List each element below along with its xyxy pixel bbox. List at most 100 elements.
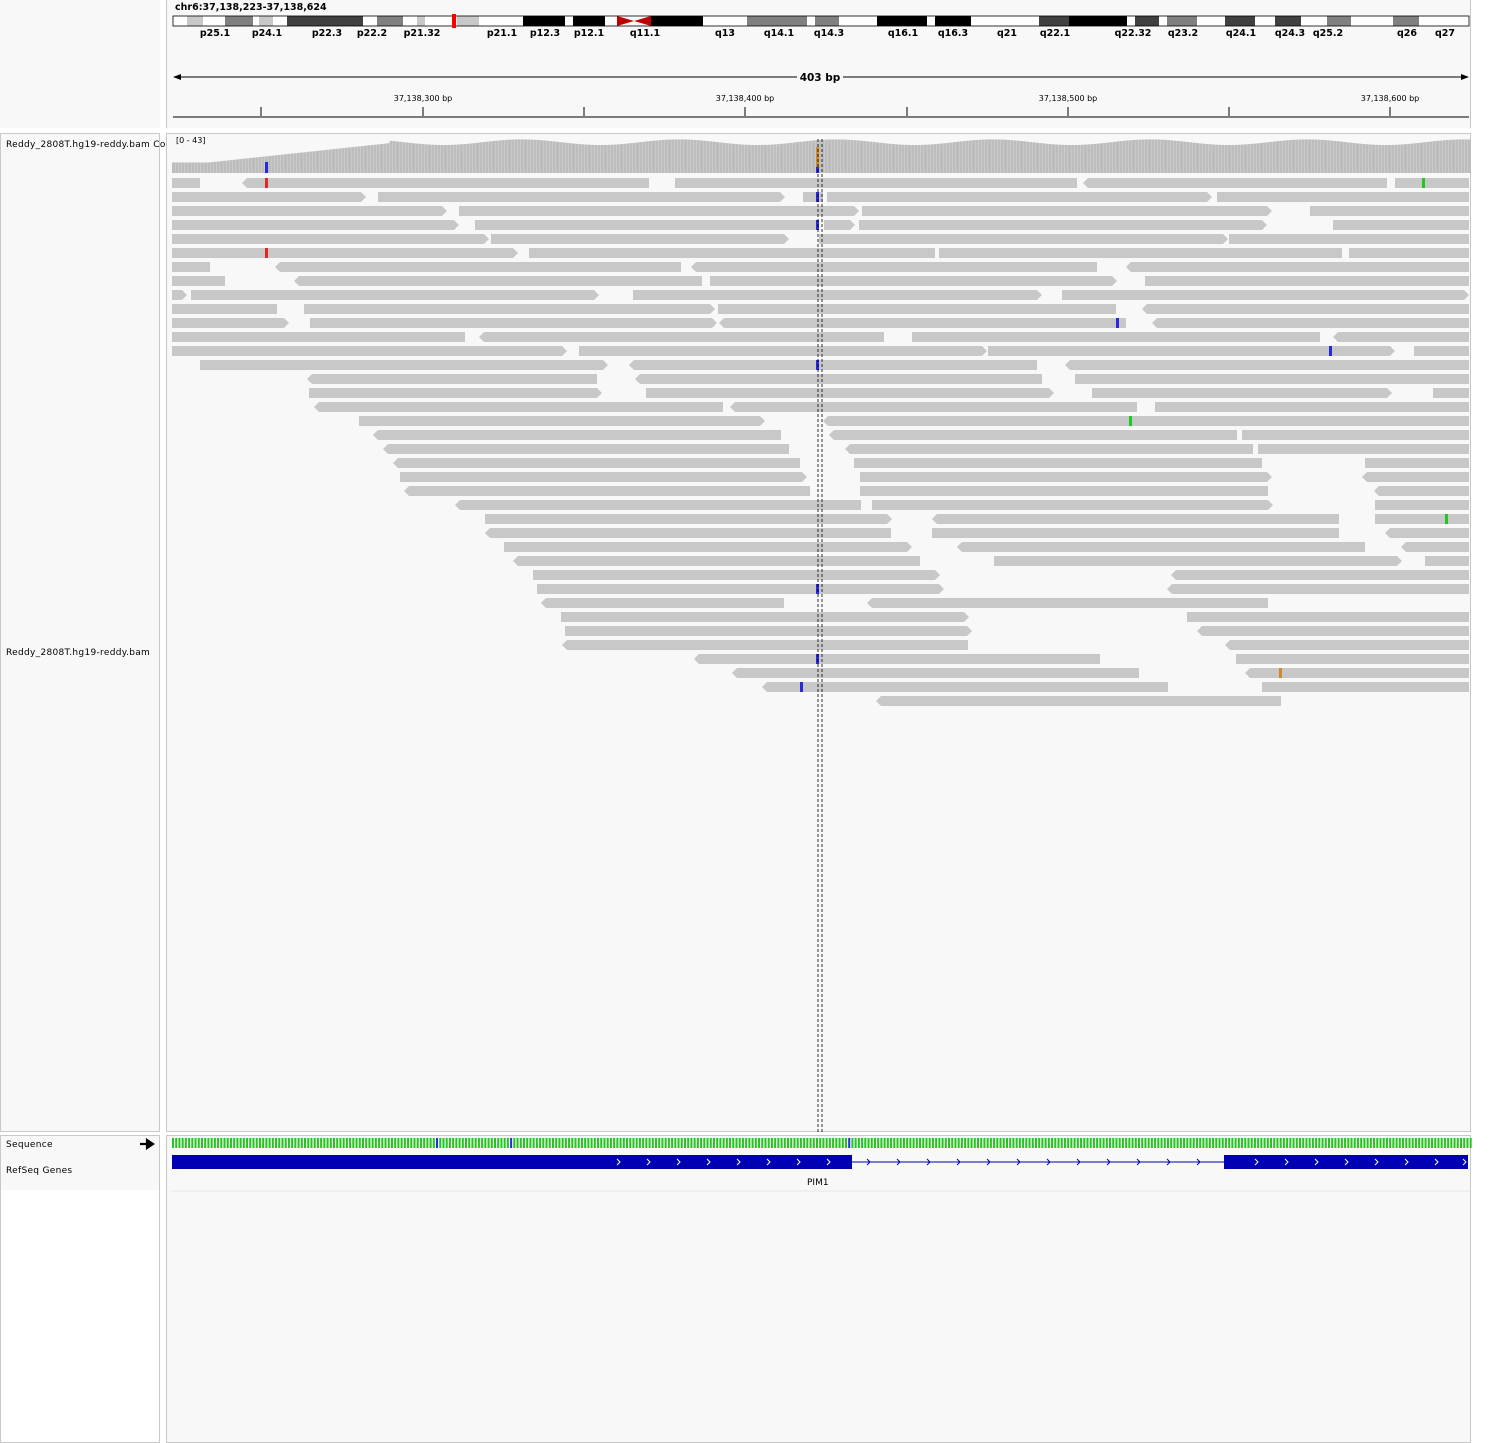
sequence-base — [1005, 1138, 1008, 1148]
coverage-bar — [492, 141, 495, 173]
coverage-bar — [943, 143, 947, 173]
aligned-read — [491, 234, 789, 244]
aligned-read — [1333, 332, 1469, 342]
sequence-base — [368, 1138, 371, 1148]
coverage-bar — [344, 147, 348, 173]
ideogram-band — [425, 16, 451, 26]
aligned-read — [513, 556, 920, 566]
sequence-base — [178, 1138, 181, 1148]
sequence-base — [748, 1138, 751, 1148]
aligned-read — [912, 332, 1320, 342]
coverage-track-name[interactable]: Reddy_2808T.hg19-reddy.bam Coverage — [6, 140, 171, 150]
ideogram-band — [1327, 16, 1351, 26]
sequence-base — [316, 1138, 319, 1148]
coverage-bar — [300, 152, 303, 173]
coverage-bar — [1464, 139, 1468, 173]
sequence-base — [384, 1138, 387, 1148]
feature-name-panel: Sequence RefSeq Genes — [0, 1135, 160, 1443]
sequence-base — [271, 1138, 274, 1148]
coverage-bar — [936, 143, 940, 173]
coverage-bar — [373, 144, 377, 173]
coverage-bar — [924, 144, 927, 173]
right-arrow-icon[interactable] — [139, 1138, 157, 1150]
aligned-read — [537, 584, 944, 594]
sequence-base — [445, 1138, 448, 1148]
ideogram-band — [253, 16, 259, 26]
sequence-base — [832, 1138, 835, 1148]
coverage-bar — [876, 142, 879, 173]
coverage-bar — [1029, 142, 1033, 173]
sequence-base — [407, 1138, 410, 1148]
coverage-bar — [239, 159, 243, 173]
sequence-base — [1083, 1138, 1086, 1148]
sequence-base — [938, 1138, 941, 1148]
sequence-base — [555, 1138, 558, 1148]
sequence-base — [1070, 1138, 1073, 1148]
aligned-read — [1225, 640, 1469, 650]
sequence-track-name[interactable]: Sequence — [6, 1140, 53, 1150]
coverage-bar — [1087, 144, 1091, 173]
ideogram-band — [703, 16, 747, 26]
sequence-base — [970, 1138, 973, 1148]
aligned-read — [1187, 612, 1469, 622]
sequence-base — [265, 1138, 268, 1148]
coverage-bar — [680, 139, 684, 173]
aligned-read — [1258, 444, 1469, 454]
coverage-bar — [450, 144, 454, 173]
aligned-read — [854, 458, 1262, 468]
sequence-base — [1241, 1138, 1244, 1148]
aligned-read — [172, 248, 518, 258]
sequence-base — [651, 1138, 654, 1148]
coverage-bar — [501, 140, 505, 173]
sequence-base — [1276, 1138, 1279, 1148]
sequence-base — [1369, 1138, 1372, 1148]
sequence-base — [1063, 1138, 1066, 1148]
aligned-read — [1092, 388, 1392, 398]
coverage-bar — [767, 144, 771, 173]
sequence-base — [1034, 1138, 1037, 1148]
sequence-base — [1015, 1138, 1018, 1148]
aligned-read — [1152, 318, 1469, 328]
coverage-bar — [242, 158, 246, 173]
coverage-bar — [1004, 139, 1007, 173]
alignment-track-name[interactable]: Reddy_2808T.hg19-reddy.bam — [6, 648, 150, 658]
sequence-base — [796, 1138, 799, 1148]
coverage-bar — [1192, 142, 1196, 173]
coverage-bar — [1311, 139, 1315, 173]
chromosome-ideogram[interactable]: p25.1 p24.1 p22.3 p22.2 p21.32 p21.1 p12.3 p12.… — [167, 0, 1472, 128]
coverage-bar — [412, 143, 415, 173]
aligned-read — [561, 612, 969, 622]
sequence-base — [1228, 1138, 1231, 1148]
coverage-bar — [1010, 140, 1014, 173]
coverage-bar — [901, 144, 905, 173]
alignment-data-panel[interactable]: [0 - 43] — [166, 133, 1472, 1133]
sequence-base — [1395, 1138, 1398, 1148]
sequence-base — [703, 1138, 706, 1148]
coverage-bar — [661, 139, 665, 173]
sequence-base — [1205, 1138, 1208, 1148]
band-label: q22.1 — [1040, 28, 1070, 39]
sequence-base — [931, 1138, 934, 1148]
ideogram-band — [457, 16, 479, 26]
coverage-bar — [933, 144, 937, 173]
alignments-canvas[interactable] — [167, 134, 1472, 1133]
coverage-bar — [668, 139, 671, 173]
aligned-read — [529, 248, 935, 258]
sequence-base — [329, 1138, 332, 1148]
gene-label[interactable]: PIM1 — [807, 1178, 829, 1188]
aligned-read — [1083, 178, 1387, 188]
refseq-genes-track-name[interactable]: RefSeq Genes — [6, 1166, 72, 1176]
sequence-base — [194, 1138, 197, 1148]
aligned-read — [541, 598, 784, 608]
sequence-base — [957, 1138, 960, 1148]
band-label: p21.1 — [487, 28, 517, 39]
sequence-base — [410, 1138, 413, 1148]
sequence-base — [1147, 1138, 1150, 1148]
coverage-bar — [690, 139, 694, 173]
sequence-base — [787, 1138, 790, 1148]
sequence-base — [584, 1138, 587, 1148]
sequence-base — [226, 1138, 229, 1148]
sequence-base — [1112, 1138, 1115, 1148]
coverage-bar — [796, 142, 799, 173]
aligned-read — [1365, 458, 1469, 468]
